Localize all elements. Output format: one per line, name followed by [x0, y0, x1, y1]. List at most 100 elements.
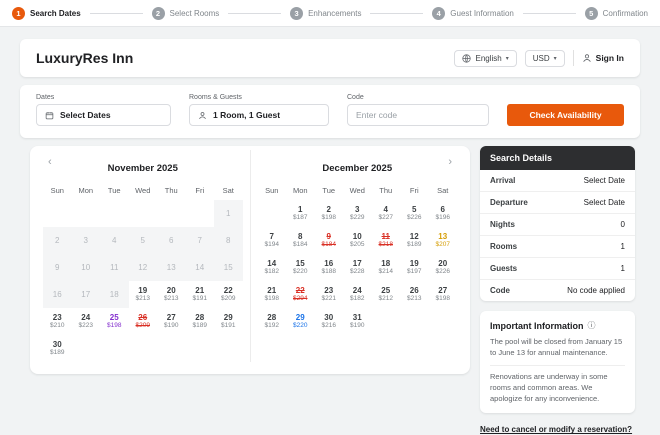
- calendar-day-cell[interactable]: 24 $182: [343, 281, 372, 308]
- day-price: $190: [350, 322, 365, 330]
- weekday-header-row: Sun Mon Tue Wed Thu Fri Sat: [43, 183, 243, 200]
- calendar-empty-cell: [129, 200, 158, 227]
- dates-input[interactable]: Select Dates: [36, 104, 171, 126]
- calendar-day-cell[interactable]: 19 $213: [129, 281, 158, 308]
- step-number-badge: 2: [151, 6, 165, 20]
- calendar-empty-cell: [258, 200, 287, 227]
- day-number: 20: [166, 285, 176, 295]
- stepper-step-guest-information[interactable]: 4 Guest Information: [432, 6, 514, 20]
- day-price: $228: [350, 268, 365, 276]
- stepper-step-search-dates[interactable]: 1 Search Dates: [12, 6, 81, 20]
- chevron-down-icon: ▾: [553, 55, 557, 62]
- day-number: 6: [440, 204, 445, 214]
- calendar-day-cell[interactable]: 7 $194: [258, 227, 287, 254]
- calendar-day-cell[interactable]: 3 $229: [343, 200, 372, 227]
- calendar-day-cell: 15: [214, 254, 243, 281]
- calendar-day-cell[interactable]: 24 $223: [72, 308, 101, 335]
- check-availability-button[interactable]: Check Availability: [507, 104, 624, 126]
- calendar-day-cell[interactable]: 23 $221: [315, 281, 344, 308]
- calendar-day-cell[interactable]: 28 $192: [258, 308, 287, 335]
- day-price: $207: [435, 241, 450, 249]
- currency-selector[interactable]: USD ▾: [524, 49, 565, 67]
- calendar-day-cell[interactable]: 20 $213: [157, 281, 186, 308]
- search-details-row: Departure Select Date: [480, 192, 635, 214]
- calendar-day-cell[interactable]: 27 $190: [157, 308, 186, 335]
- calendar-day-cell[interactable]: 25 $198: [100, 308, 129, 335]
- weekday-header: Mon: [292, 186, 308, 195]
- calendar-day-cell[interactable]: 30 $216: [315, 308, 344, 335]
- calendar-day-cell[interactable]: 25 $212: [372, 281, 401, 308]
- calendar-day-cell[interactable]: 5 $226: [400, 200, 429, 227]
- weekday-header: Sat: [437, 186, 449, 195]
- calendar-day-cell[interactable]: 4 $227: [372, 200, 401, 227]
- calendar-day-cell[interactable]: 6 $196: [429, 200, 458, 227]
- day-price: $227: [378, 214, 393, 222]
- calendar-day-cell[interactable]: 13 $207: [429, 227, 458, 254]
- day-number: 17: [352, 258, 362, 268]
- stepper-step-select-rooms[interactable]: 2 Select Rooms: [151, 6, 219, 20]
- person-icon: [198, 111, 207, 120]
- detail-label: Guests: [490, 264, 518, 273]
- calendar-day-cell[interactable]: 12 $189: [400, 227, 429, 254]
- day-number: 14: [195, 262, 205, 272]
- calendar-day-cell[interactable]: 10 $205: [343, 227, 372, 254]
- next-month-button[interactable]: ›: [445, 156, 455, 168]
- day-number: 25: [381, 285, 391, 295]
- calendar-day-cell[interactable]: 22 $209: [214, 281, 243, 308]
- property-name: LuxuryRes Inn: [36, 50, 134, 66]
- code-input[interactable]: [356, 110, 480, 120]
- day-price: $218: [378, 241, 393, 249]
- calendar-day-cell[interactable]: 30 $189: [43, 335, 72, 362]
- calendar-day-cell[interactable]: 16 $188: [315, 254, 344, 281]
- calendar-day-cell[interactable]: 28 $189: [186, 308, 215, 335]
- calendar-day-cell[interactable]: 8 $184: [286, 227, 315, 254]
- calendar-day-cell: 2: [43, 227, 72, 254]
- calendar-day-cell[interactable]: 29 $220: [286, 308, 315, 335]
- calendar-week-row: 2 3 4 5 6 7 8: [43, 227, 243, 254]
- day-number: 26: [138, 312, 148, 322]
- language-value: English: [475, 53, 502, 63]
- sign-in-button[interactable]: Sign In: [582, 53, 624, 63]
- day-number: 26: [409, 285, 419, 295]
- calendar-day-cell[interactable]: 18 $214: [372, 254, 401, 281]
- calendar-day-cell[interactable]: 26 $213: [400, 281, 429, 308]
- stepper-connector: [522, 12, 576, 14]
- prev-month-button[interactable]: ‹: [45, 156, 55, 168]
- calendar-day-cell[interactable]: 2 $198: [315, 200, 344, 227]
- day-number: 30: [52, 339, 62, 349]
- calendar-week-row: 1: [43, 200, 243, 227]
- stepper-step-enhancements[interactable]: 3 Enhancements: [290, 6, 361, 20]
- calendar-day-cell[interactable]: 1 $187: [286, 200, 315, 227]
- day-price: $226: [407, 214, 422, 222]
- currency-value: USD: [532, 53, 550, 63]
- calendar-empty-cell: [43, 200, 72, 227]
- calendar-day-cell[interactable]: 21 $191: [186, 281, 215, 308]
- calendar-week-row: 1 $187 2 $198 3 $229 4 $227 5 $226 6 $196: [258, 200, 458, 227]
- rooms-guests-input[interactable]: 1 Room, 1 Guest: [189, 104, 329, 126]
- day-price: $192: [264, 322, 279, 330]
- calendar-day-cell[interactable]: 21 $198: [258, 281, 287, 308]
- weekday-header: Tue: [322, 186, 336, 195]
- cancel-modify-link[interactable]: Need to cancel or modify a reservation?: [480, 425, 635, 434]
- calendar-day-cell[interactable]: 14 $182: [258, 254, 287, 281]
- calendar-day-cell[interactable]: 19 $197: [400, 254, 429, 281]
- weekday-header: Fri: [195, 186, 205, 195]
- calendar-day-cell[interactable]: 31 $190: [343, 308, 372, 335]
- day-number: 12: [138, 262, 148, 272]
- calendar-day-cell[interactable]: 15 $220: [286, 254, 315, 281]
- weekday-header: Wed: [349, 186, 365, 195]
- stepper-connector: [89, 12, 143, 14]
- calendar-empty-cell: [400, 308, 429, 335]
- calendar-day-cell[interactable]: 27 $198: [429, 281, 458, 308]
- calendar-day-cell[interactable]: 29 $191: [214, 308, 243, 335]
- step-label: Confirmation: [602, 8, 649, 18]
- day-price: $209: [221, 295, 236, 303]
- day-number: 10: [352, 231, 362, 241]
- stepper-step-confirmation[interactable]: 5 Confirmation: [584, 6, 649, 20]
- calendar-day-cell[interactable]: 23 $210: [43, 308, 72, 335]
- calendar-day-cell[interactable]: 17 $228: [343, 254, 372, 281]
- day-number: 30: [324, 312, 334, 322]
- language-selector[interactable]: English ▾: [454, 49, 517, 67]
- calendar-day-cell[interactable]: 20 $226: [429, 254, 458, 281]
- day-number: 31: [352, 312, 362, 322]
